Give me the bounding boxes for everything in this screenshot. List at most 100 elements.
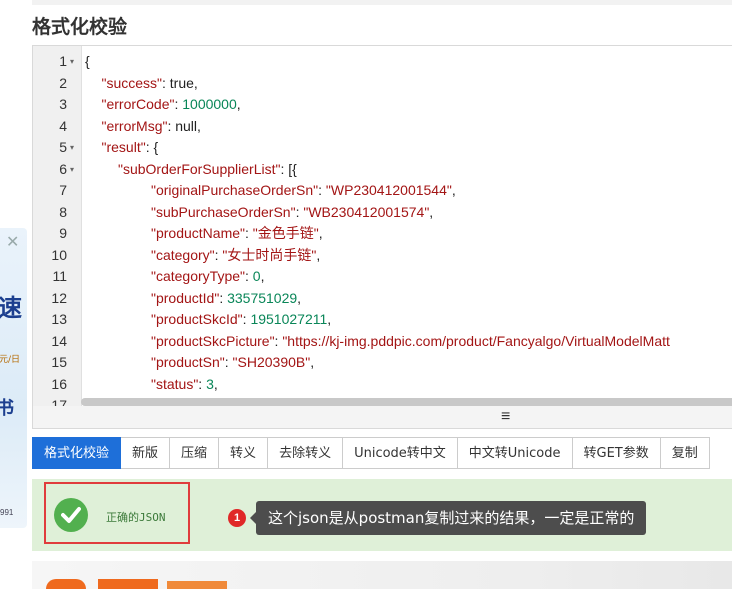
close-icon[interactable]: ✕ — [6, 232, 19, 252]
ad-text-small-2: 991 — [0, 508, 14, 517]
code-token: "status" — [151, 375, 199, 392]
code-token: "result" — [101, 139, 146, 155]
check-icon — [54, 498, 88, 532]
code-line[interactable]: 15 "productSn": "SH20390B", — [33, 352, 732, 374]
top-strip — [32, 0, 732, 5]
code-token: , — [297, 289, 302, 306]
code-token: "subPurchaseOrderSn" — [151, 203, 296, 220]
json-editor[interactable]: 1 ▾{2 "success": true, 3 "errorCode": 100000… — [32, 45, 732, 408]
chinese-to-unicode-button[interactable]: 中文转Unicode — [457, 437, 573, 469]
code-content: "success": true, — [85, 73, 198, 95]
code-token: "WB230412001574" — [303, 203, 430, 220]
code-token: "WP230412001544" — [325, 182, 452, 198]
line-number: 14 — [51, 332, 67, 349]
code-line[interactable]: 14 "productSkcPicture": "https://kj-img.p… — [33, 331, 732, 353]
code-line[interactable]: 3 "errorCode": 1000000, — [33, 94, 732, 116]
code-line[interactable]: 4 "errorMsg": null, — [33, 116, 732, 138]
line-number: 3 — [59, 96, 67, 112]
code-content: "result": { — [85, 137, 159, 159]
code-line[interactable]: 7 "originalPurchaseOrderSn": "WP230412001… — [33, 180, 732, 202]
code-line[interactable]: 16 "status": 3, — [33, 374, 732, 396]
fold-arrow-icon[interactable]: ▾ — [70, 137, 74, 159]
code-line[interactable]: 5 ▾ "result": { — [33, 137, 732, 159]
code-line[interactable]: 6 ▾ "subOrderForSupplierList": [{ — [33, 159, 732, 181]
compress-button[interactable]: 压缩 — [170, 437, 220, 469]
code-line[interactable]: 11 "categoryType": 0, — [33, 266, 732, 288]
code-token: "category" — [151, 246, 215, 263]
code-token: 3 — [206, 375, 214, 392]
code-token: , — [260, 268, 265, 284]
code-content: "productSkcPicture": "https://kj-img.pdd… — [85, 331, 670, 353]
line-number: 1 — [59, 53, 67, 69]
section-title: 格式化校验 — [32, 16, 128, 38]
code-content: "errorCode": 1000000, — [85, 94, 241, 116]
code-token: , — [327, 311, 332, 327]
code-token: , — [429, 203, 434, 220]
line-number: 15 — [51, 354, 67, 370]
code-token: 0 — [252, 268, 261, 284]
code-token: "productSkcPicture" — [151, 332, 275, 349]
banner-logo-shape — [167, 581, 227, 589]
code-line[interactable]: 2 "success": true, — [33, 73, 732, 95]
code-token: , — [451, 182, 456, 198]
annotation-badge: 1 — [228, 509, 246, 527]
code-content: "category": "女士时尚手链", — [85, 245, 320, 267]
code-lines[interactable]: 1 ▾{2 "success": true, 3 "errorCode": 100000… — [33, 51, 732, 407]
code-token: : null, — [167, 117, 201, 134]
code-token: { — [85, 53, 90, 69]
escape-button[interactable]: 转义 — [219, 437, 269, 469]
code-token: , — [310, 354, 315, 370]
line-number: 4 — [59, 117, 67, 134]
code-line[interactable]: 12 "productId": 335751029, — [33, 288, 732, 310]
code-token: , — [316, 246, 321, 263]
line-number: 6 — [59, 160, 67, 177]
horizontal-scrollbar[interactable] — [81, 398, 732, 406]
code-token: "女士时尚手链" — [222, 246, 317, 263]
new-version-button[interactable]: 新版 — [121, 437, 171, 469]
unescape-button[interactable]: 去除转义 — [268, 437, 344, 469]
code-line[interactable]: 13 "productSkcId": 1951027211, — [33, 309, 732, 331]
ad-text-large: 速 — [0, 294, 22, 322]
code-token: "金色手链" — [252, 225, 319, 241]
code-token: "productId" — [151, 289, 220, 306]
line-number: 2 — [59, 74, 67, 91]
side-ad[interactable]: ✕ 速 元/日 书 991 — [0, 228, 27, 528]
code-token: , — [236, 96, 241, 112]
code-line[interactable]: 8 "subPurchaseOrderSn": "WB230412001574", — [33, 202, 732, 224]
line-number: 8 — [59, 203, 67, 220]
code-token: "originalPurchaseOrderSn" — [151, 182, 319, 198]
bottom-ad-banner[interactable] — [32, 561, 732, 589]
code-line[interactable]: 9 "productName": "金色手链", — [33, 223, 732, 245]
code-content: { — [85, 51, 90, 73]
annotation-tooltip: 这个json是从postman复制过来的结果，一定是正常的 — [249, 501, 647, 535]
code-token: : — [198, 375, 207, 392]
code-line[interactable]: 10 "category": "女士时尚手链", — [33, 245, 732, 267]
code-token: : — [244, 225, 253, 241]
format-validate-button[interactable]: 格式化校验 — [32, 437, 122, 469]
code-line[interactable]: 1 ▾ { — [33, 51, 732, 73]
code-content: "errorMsg": null, — [85, 116, 201, 138]
code-token: "errorCode" — [101, 96, 175, 112]
code-token: "success" — [101, 74, 163, 91]
code-token: 1000000 — [182, 96, 237, 112]
code-token: "subOrderForSupplierList" — [118, 160, 281, 177]
resize-handle-icon[interactable]: ≡ — [501, 409, 510, 425]
result-status-text: 正确的JSON — [106, 511, 166, 524]
code-token: "categoryType" — [151, 268, 245, 284]
line-number: 9 — [59, 225, 67, 241]
line-number: 12 — [51, 289, 67, 306]
fold-arrow-icon[interactable]: ▾ — [70, 159, 74, 181]
fold-arrow-icon[interactable]: ▾ — [70, 51, 74, 73]
code-content: "subPurchaseOrderSn": "WB230412001574", — [85, 202, 433, 224]
editor-resize-bar[interactable]: ≡ — [32, 406, 732, 429]
to-get-params-button[interactable]: 转GET参数 — [572, 437, 661, 469]
copy-button[interactable]: 复制 — [660, 437, 710, 469]
code-content: "subOrderForSupplierList": [{ — [85, 159, 297, 181]
line-number: 7 — [59, 182, 67, 198]
line-number: 13 — [51, 311, 67, 327]
unicode-to-chinese-button[interactable]: Unicode转中文 — [343, 437, 458, 469]
code-token: "errorMsg" — [101, 117, 168, 134]
code-token: : [{ — [280, 160, 297, 177]
ad-text-large-2: 书 — [0, 398, 14, 419]
code-token: "productName" — [151, 225, 245, 241]
